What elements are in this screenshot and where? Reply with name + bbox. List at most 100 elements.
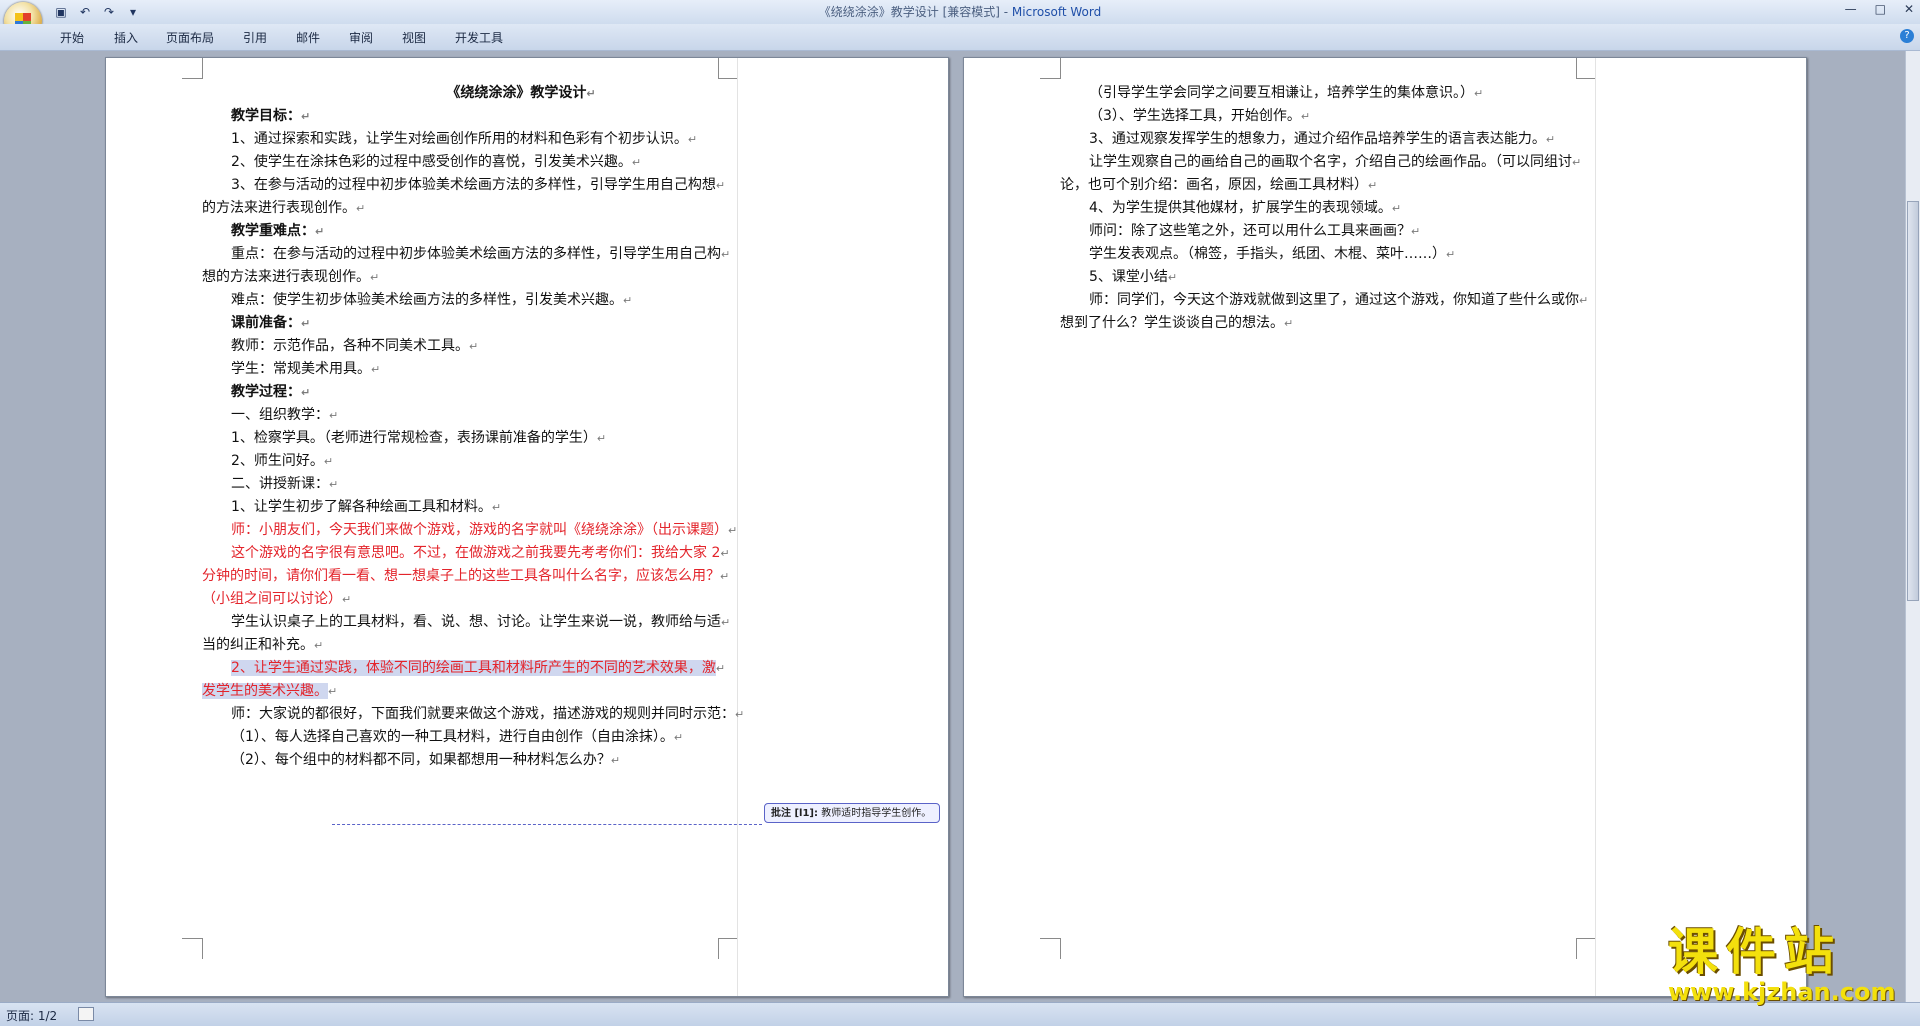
maximize-icon[interactable]: □ bbox=[1875, 2, 1886, 16]
line-text: （2）、每个组中的材料都不同，如果都想用一种材料怎么办？ bbox=[231, 752, 611, 768]
paragraph-line[interactable]: 3、在参与活动的过程中初步体验美术绘画方法的多样性，引导学生用自己构想↵ bbox=[231, 174, 725, 194]
crop-mark bbox=[1576, 938, 1597, 959]
paragraph-line[interactable]: 4、为学生提供其他媒材，扩展学生的表现领域。↵ bbox=[1089, 197, 1401, 217]
paragraph-line[interactable]: 当的纠正和补充。↵ bbox=[202, 634, 323, 654]
tab-references[interactable]: 引用 bbox=[243, 29, 267, 46]
paragraph-line[interactable]: 分钟的时间，请你们看一看、想一想桌子上的这些工具各叫什么名字，应该怎么用？↵ bbox=[202, 565, 729, 585]
paragraph-mark: ↵ bbox=[1411, 225, 1421, 238]
scrollbar-thumb[interactable] bbox=[1907, 201, 1919, 601]
line-text: 1、让学生初步了解各种绘画工具和材料。 bbox=[231, 499, 492, 515]
ribbon-tabs: 开始 插入 页面布局 引用 邮件 审阅 视图 开发工具 ? bbox=[0, 24, 1920, 51]
paragraph-mark: ↵ bbox=[715, 179, 726, 192]
minimize-icon[interactable]: — bbox=[1845, 2, 1857, 16]
paragraph-line[interactable]: 师问：除了这些笔之外，还可以用什么工具来画画？↵ bbox=[1089, 220, 1420, 240]
paragraph-line[interactable]: 学生认识桌子上的工具材料，看、说、想、讨论。让学生来说一说，教师给与适↵ bbox=[231, 611, 730, 631]
tab-page-layout[interactable]: 页面布局 bbox=[166, 29, 214, 46]
line-text: 课前准备： bbox=[231, 315, 301, 331]
vertical-scrollbar[interactable] bbox=[1905, 51, 1920, 1002]
paragraph-line[interactable]: （小组之间可以讨论）↵ bbox=[202, 588, 351, 608]
paragraph-line[interactable]: 1、检察学具。（老师进行常规检查，表扬课前准备的学生）↵ bbox=[231, 427, 606, 447]
paragraph-line[interactable]: 学生发表观点。（棉签，手指头，纸团、木棍、菜叶……）↵ bbox=[1089, 243, 1455, 263]
crop-mark bbox=[182, 938, 203, 959]
tab-developer[interactable]: 开发工具 bbox=[455, 29, 503, 46]
comment-balloon[interactable]: 批注 [l1]: 教师适时指导学生创作。 bbox=[764, 803, 940, 823]
paragraph-line[interactable]: 师：大家说的都很好，下面我们就要来做这个游戏，描述游戏的规则并同时示范：↵ bbox=[231, 703, 744, 723]
paragraph-mark: ↵ bbox=[1446, 248, 1456, 261]
paragraph-line[interactable]: 发学生的美术兴趣。↵ bbox=[202, 680, 337, 700]
line-text: 师：小朋友们，今天我们来做个游戏，游戏的名字就叫《绕绕涂涂》（出示课题） bbox=[231, 522, 728, 538]
line-text: 论，也可个别介绍：画名，原因，绘画工具材料） bbox=[1060, 177, 1368, 193]
paragraph-line[interactable]: 的方法来进行表现创作。↵ bbox=[202, 197, 365, 217]
paragraph-line[interactable]: （1）、每人选择自己喜欢的一种工具材料，进行自由创作（自由涂抹）。↵ bbox=[231, 726, 683, 746]
line-text: 发学生的美术兴趣。 bbox=[202, 683, 328, 699]
crop-mark bbox=[182, 58, 203, 79]
paragraph-mark: ↵ bbox=[1167, 271, 1178, 284]
comment-markup-pane bbox=[737, 58, 948, 996]
tab-review[interactable]: 审阅 bbox=[349, 29, 373, 46]
page-indicator[interactable]: 页面: 1/2 bbox=[6, 1007, 57, 1024]
paragraph-line[interactable]: 难点：使学生初步体验美术绘画方法的多样性，引发美术兴趣。↵ bbox=[231, 289, 632, 309]
page-2[interactable]: （引导学生学会同学之间要互相谦让，培养学生的集体意识。）↵ （3）、学生选择工具，… bbox=[963, 57, 1807, 997]
paragraph-line[interactable]: 2、师生问好。↵ bbox=[231, 450, 333, 470]
paragraph-line[interactable]: 让学生观察自己的画给自己的画取个名字，介绍自己的绘画作品。（可以同组讨↵ bbox=[1089, 151, 1581, 171]
paragraph-line[interactable]: 想的方法来进行表现创作。↵ bbox=[202, 266, 379, 286]
paragraph-line[interactable]: 师：小朋友们，今天我们来做个游戏，游戏的名字就叫《绕绕涂涂》（出示课题）↵ bbox=[231, 519, 737, 539]
paragraph-mark: ↵ bbox=[301, 386, 311, 399]
tab-insert[interactable]: 插入 bbox=[114, 29, 138, 46]
tab-view[interactable]: 视图 bbox=[402, 29, 426, 46]
paragraph-line[interactable]: 教学过程：↵ bbox=[231, 381, 310, 401]
paragraph-line[interactable]: （3）、学生选择工具，开始创作。↵ bbox=[1089, 105, 1310, 125]
paragraph-line[interactable]: 想到了什么？学生谈谈自己的想法。↵ bbox=[1060, 312, 1293, 332]
line-text: 4、为学生提供其他媒材，扩展学生的表现领域。 bbox=[1089, 200, 1392, 216]
paragraph-mark: ↵ bbox=[1579, 294, 1589, 307]
paragraph-line[interactable]: 这个游戏的名字很有意思吧。不过，在做游戏之前我要先考考你们：我给大家 2↵ bbox=[231, 542, 730, 562]
crop-mark bbox=[1040, 938, 1061, 959]
paragraph-line[interactable]: 2、让学生通过实践，体验不同的绘画工具和材料所产生的不同的艺术效果，激↵ bbox=[231, 657, 725, 677]
line-text: 2、使学生在涂抹色彩的过程中感受创作的喜悦，引发美术兴趣。 bbox=[231, 154, 632, 170]
crop-mark bbox=[1040, 58, 1061, 79]
paragraph-line[interactable]: 论，也可个别介绍：画名，原因，绘画工具材料）↵ bbox=[1060, 174, 1377, 194]
close-icon[interactable]: ✕ bbox=[1904, 2, 1914, 16]
line-text: 教学过程： bbox=[231, 384, 301, 400]
paragraph-line[interactable]: 1、通过探索和实践，让学生对绘画创作所用的材料和色彩有个初步认识。↵ bbox=[231, 128, 697, 148]
paragraph-line[interactable]: 课前准备：↵ bbox=[231, 312, 310, 332]
paragraph-line[interactable]: 教学目标：↵ bbox=[231, 105, 310, 125]
proofing-icon[interactable] bbox=[78, 1007, 94, 1021]
status-bar: 页面: 1/2 bbox=[0, 1002, 1920, 1026]
paragraph-line[interactable]: 学生：常规美术用具。↵ bbox=[231, 358, 380, 378]
paragraph-line[interactable]: 重点：在参与活动的过程中初步体验美术绘画方法的多样性，引导学生用自己构↵ bbox=[231, 243, 730, 263]
paragraph-mark: ↵ bbox=[596, 432, 607, 445]
document-title-heading[interactable]: 《绕绕涂涂》教学设计↵ bbox=[106, 82, 836, 102]
paragraph-line[interactable]: （2）、每个组中的材料都不同，如果都想用一种材料怎么办？↵ bbox=[231, 749, 620, 769]
line-text: （小组之间可以讨论） bbox=[202, 591, 342, 607]
tab-home[interactable]: 开始 bbox=[60, 29, 84, 46]
paragraph-line[interactable]: 教师：示范作品，各种不同美术工具。↵ bbox=[231, 335, 478, 355]
paragraph-mark: ↵ bbox=[1545, 133, 1556, 146]
paragraph-mark: ↵ bbox=[1368, 179, 1378, 192]
page-1[interactable]: 《绕绕涂涂》教学设计↵ 教学目标：↵ 1、通过探索和实践，让学生对绘画创作所用的材料… bbox=[105, 57, 949, 997]
paragraph-line[interactable]: 一、组织教学：↵ bbox=[231, 404, 338, 424]
line-text: 学生认识桌子上的工具材料，看、说、想、讨论。让学生来说一说，教师给与适 bbox=[231, 614, 721, 630]
paragraph-line[interactable]: 师：同学们，今天这个游戏就做到这里了，通过这个游戏，你知道了些什么或你↵ bbox=[1089, 289, 1588, 309]
line-text: （引导学生学会同学之间要互相谦让，培养学生的集体意识。） bbox=[1089, 85, 1474, 101]
paragraph-line[interactable]: 3、通过观察发挥学生的想象力，通过介绍作品培养学生的语言表达能力。↵ bbox=[1089, 128, 1555, 148]
paragraph-mark: ↵ bbox=[721, 616, 731, 629]
paragraph-mark: ↵ bbox=[342, 593, 352, 606]
line-text: 师：大家说的都很好，下面我们就要来做这个游戏，描述游戏的规则并同时示范： bbox=[231, 706, 735, 722]
line-text: 学生发表观点。（棉签，手指头，纸团、木棍、菜叶……） bbox=[1089, 246, 1446, 262]
paragraph-line[interactable]: （引导学生学会同学之间要互相谦让，培养学生的集体意识。）↵ bbox=[1089, 82, 1483, 102]
line-text: 这个游戏的名字很有意思吧。不过，在做游戏之前我要先考考你们：我给大家 2 bbox=[231, 545, 721, 561]
paragraph-mark: ↵ bbox=[687, 133, 698, 146]
paragraph-mark: ↵ bbox=[1284, 317, 1294, 330]
help-icon[interactable]: ? bbox=[1900, 29, 1914, 43]
window-controls: — □ ✕ bbox=[1845, 2, 1914, 16]
paragraph-line[interactable]: 2、使学生在涂抹色彩的过程中感受创作的喜悦，引发美术兴趣。↵ bbox=[231, 151, 641, 171]
line-text: 让学生观察自己的画给自己的画取个名字，介绍自己的绘画作品。（可以同组讨 bbox=[1089, 154, 1572, 170]
paragraph-mark: ↵ bbox=[735, 708, 745, 721]
paragraph-line[interactable]: 1、让学生初步了解各种绘画工具和材料。↵ bbox=[231, 496, 501, 516]
paragraph-line[interactable]: 二、讲授新课：↵ bbox=[231, 473, 338, 493]
paragraph-line[interactable]: 5、课堂小结↵ bbox=[1089, 266, 1177, 286]
line-text: 的方法来进行表现创作。 bbox=[202, 200, 356, 216]
paragraph-line[interactable]: 教学重难点：↵ bbox=[231, 220, 324, 240]
tab-mailings[interactable]: 邮件 bbox=[296, 29, 320, 46]
